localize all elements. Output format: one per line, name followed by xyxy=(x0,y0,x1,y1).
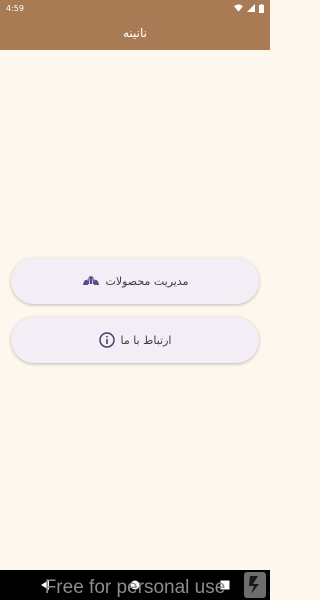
watermark-logo-icon xyxy=(244,572,266,598)
info-icon xyxy=(98,332,115,348)
products-management-label: مدیریت محصولات xyxy=(105,274,189,288)
app-title: نانینه xyxy=(122,26,147,40)
battery-icon xyxy=(259,3,264,13)
wifi-icon xyxy=(234,4,243,12)
status-bar: 4:59 xyxy=(0,0,270,16)
watermark: Free for personal use xyxy=(44,577,226,598)
status-time: 4:59 xyxy=(6,3,24,13)
croissant-icon xyxy=(82,276,99,285)
app-bar: نانینه xyxy=(0,16,270,50)
status-icons xyxy=(234,3,264,13)
contact-us-button[interactable]: ارتباط با ما xyxy=(11,317,259,363)
signal-icon xyxy=(247,4,255,12)
products-management-button[interactable]: مدیریت محصولات xyxy=(11,258,259,304)
contact-us-label: ارتباط با ما xyxy=(120,333,172,347)
